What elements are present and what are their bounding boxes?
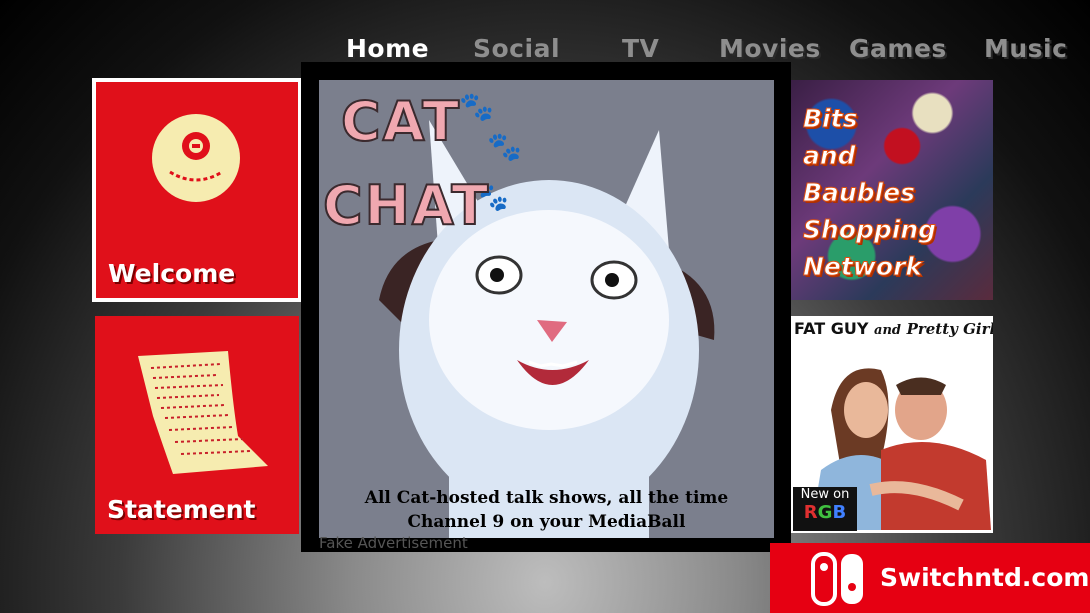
bits-line: Bits [802,104,858,134]
rgb-r: R [803,502,818,523]
tile-bits-and-baubles[interactable]: Bits and Baubles Shopping Network [791,80,993,300]
tile-statement-label: Statement [107,495,256,524]
new-on-rgb-badge: New on RGB [793,487,857,531]
bits-line: Shopping [802,215,937,245]
tile-fat-guy-pretty-girl[interactable]: FAT GUY and Pretty Girl New on RGB [791,316,993,533]
watermark-text: Switchntd.com [880,563,1090,592]
bits-line: Baubles [802,178,916,208]
badge-line1: New on [800,487,850,502]
fatguy-title-b: and [874,323,901,338]
paw-icon: 🐾 [459,90,494,123]
featured-ad-frame[interactable]: 🐾 🐾 🐾 CAT CHAT All Cat-hosted talk shows… [301,62,791,552]
bits-line: Network [802,252,923,282]
bits-baubles-title: Bits and Baubles Shopping Network [802,100,937,285]
switch-logo-icon [811,552,863,606]
nav-social[interactable]: Social [473,34,560,63]
tile-welcome[interactable]: Welcome [92,78,302,302]
nav-music[interactable]: Music [984,34,1067,63]
tile-welcome-label: Welcome [108,259,236,288]
nav-tv[interactable]: TV [622,34,659,63]
nav-games[interactable]: Games [849,34,947,63]
fatguy-title-c: Pretty Girl [906,320,993,338]
cat-chat-caption-line1: All Cat-hosted talk shows, all the time [364,488,729,508]
nav-movies[interactable]: Movies [719,34,821,63]
cat-chat-title-line1: CAT [340,89,462,154]
disc-icon [152,114,240,202]
document-icon [138,351,268,474]
rgb-g: G [817,502,833,523]
watermark-banner: Switchntd.com [770,543,1090,613]
paw-icon: 🐾 [487,130,522,163]
rgb-b: B [832,502,847,523]
cat-chat-artwork: 🐾 🐾 🐾 CAT CHAT All Cat-hosted talk shows… [319,80,774,538]
fake-ad-disclaimer: Fake Advertisement [319,534,468,552]
bits-line: and [802,141,856,171]
nav-home[interactable]: Home [346,34,429,63]
cat-chat-caption-line2: Channel 9 on your MediaBall [407,512,686,532]
tile-statement[interactable]: Statement [95,316,299,534]
cat-chat-title-line2: CHAT [322,173,491,238]
fatguy-title: FAT GUY and Pretty Girl [794,319,993,338]
badge-line2: RGB [793,502,857,523]
fatguy-title-a: FAT GUY [794,319,869,338]
